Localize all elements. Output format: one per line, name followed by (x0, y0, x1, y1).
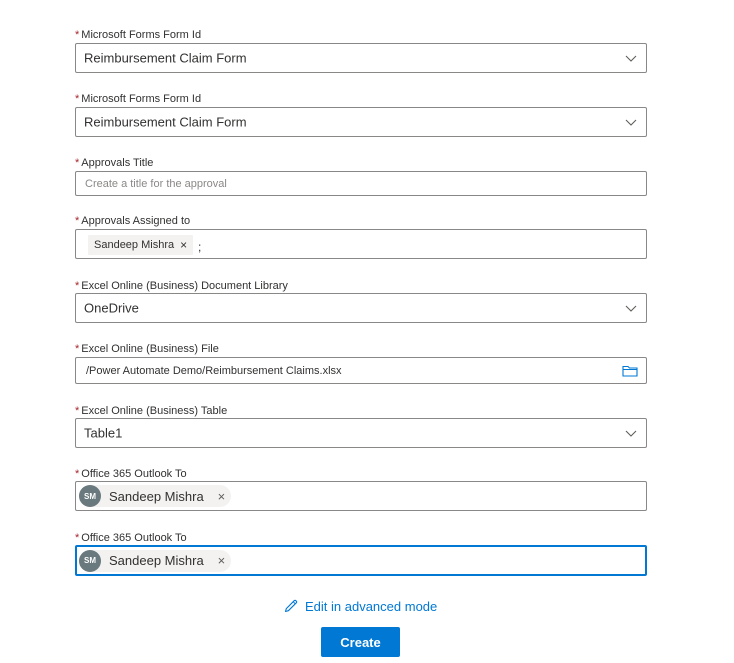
required-marker: * (75, 405, 80, 417)
remove-recipient-icon[interactable]: × (218, 489, 226, 504)
doc-library-label-text: Excel Online (Business) Document Library (81, 280, 288, 292)
outlook-to-label-1: * Office 365 Outlook To (75, 467, 187, 481)
approvals-title-label-text: Approvals Title (81, 157, 154, 169)
create-button[interactable]: Create (321, 627, 400, 657)
table-label-text: Excel Online (Business) Table (81, 405, 228, 417)
form-id-label-2: * Microsoft Forms Form Id (75, 92, 201, 106)
form-id-label-text-2: Microsoft Forms Form Id (81, 93, 202, 105)
edit-advanced-mode-link[interactable]: Edit in advanced mode (283, 598, 437, 614)
required-marker: * (75, 157, 80, 169)
outlook-to-label-2: * Office 365 Outlook To (75, 531, 187, 545)
table-dropdown[interactable]: Table1 (75, 418, 647, 448)
required-marker: * (75, 93, 80, 105)
table-label: * Excel Online (Business) Table (75, 404, 227, 418)
file-picker-input[interactable]: /Power Automate Demo/Reimbursement Claim… (75, 357, 647, 384)
approvals-title-placeholder: Create a title for the approval (85, 177, 227, 190)
chevron-down-icon (625, 55, 637, 62)
avatar: SM (79, 549, 101, 572)
file-label-text: Excel Online (Business) File (81, 343, 219, 355)
form-id-label-text-1: Microsoft Forms Form Id (81, 29, 202, 41)
recipient-persona-2: SM Sandeep Mishra × (79, 549, 232, 572)
required-marker: * (75, 532, 80, 544)
recipient-name-2: Sandeep Mishra (109, 553, 204, 568)
required-marker: * (75, 468, 80, 480)
required-marker: * (75, 29, 80, 41)
approvals-assigned-label-text: Approvals Assigned to (81, 215, 191, 227)
assignee-tag-name: Sandeep Mishra (94, 239, 175, 251)
doc-library-label: * Excel Online (Business) Document Librar… (75, 279, 288, 293)
assignee-tag: Sandeep Mishra × (88, 235, 194, 255)
outlook-to-input-1[interactable]: SM Sandeep Mishra × (75, 481, 647, 511)
approvals-assigned-input[interactable]: Sandeep Mishra × ; (75, 229, 647, 259)
chevron-down-icon (625, 119, 637, 126)
outlook-to-label-text-2: Office 365 Outlook To (81, 532, 187, 544)
outlook-to-label-text-1: Office 365 Outlook To (81, 468, 187, 480)
pencil-icon (284, 599, 298, 613)
form-id-label-1: * Microsoft Forms Form Id (75, 28, 201, 42)
doc-library-dropdown[interactable]: OneDrive (75, 293, 647, 323)
required-marker: * (75, 280, 80, 292)
chevron-down-icon (625, 430, 637, 437)
table-value: Table1 (84, 425, 123, 441)
file-path-value: /Power Automate Demo/Reimbursement Claim… (86, 364, 342, 377)
tag-separator: ; (198, 240, 202, 254)
approvals-title-input[interactable]: Create a title for the approval (75, 171, 647, 196)
outlook-to-input-2[interactable]: SM Sandeep Mishra × (75, 545, 647, 576)
doc-library-value: OneDrive (84, 300, 139, 316)
chevron-down-icon (625, 305, 637, 312)
folder-icon[interactable] (622, 365, 638, 377)
avatar: SM (79, 485, 101, 507)
file-label: * Excel Online (Business) File (75, 342, 219, 356)
form-id-dropdown-1[interactable]: Reimbursement Claim Form (75, 43, 647, 73)
remove-recipient-icon[interactable]: × (218, 553, 226, 568)
approvals-title-label: * Approvals Title (75, 156, 153, 170)
form-id-value-1: Reimbursement Claim Form (84, 50, 247, 66)
approvals-assigned-label: * Approvals Assigned to (75, 214, 190, 228)
form-id-value-2: Reimbursement Claim Form (84, 114, 247, 130)
required-marker: * (75, 343, 80, 355)
form-id-dropdown-2[interactable]: Reimbursement Claim Form (75, 107, 647, 137)
tag-remove-icon[interactable]: × (180, 238, 187, 252)
recipient-name-1: Sandeep Mishra (109, 488, 204, 504)
required-marker: * (75, 215, 80, 227)
edit-advanced-mode-text: Edit in advanced mode (305, 598, 438, 614)
recipient-persona-1: SM Sandeep Mishra × (79, 485, 232, 507)
